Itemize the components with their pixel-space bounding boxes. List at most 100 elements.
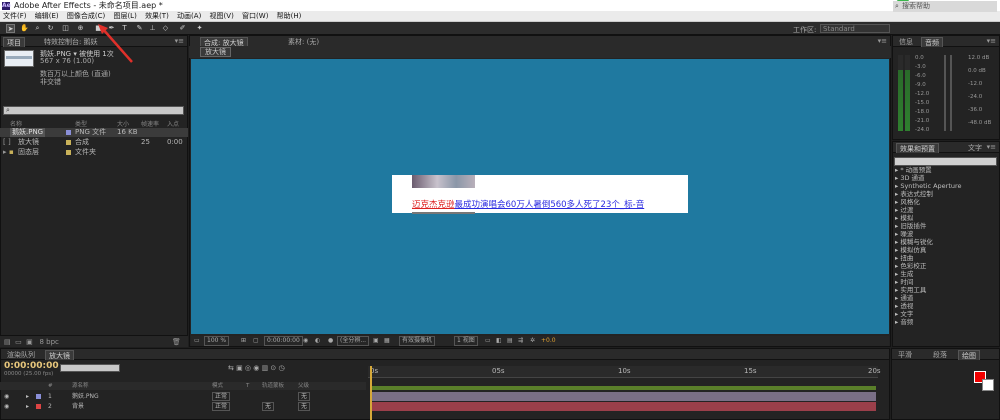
channel-icon[interactable]: ● [328, 336, 333, 346]
effects-category[interactable]: ▸ 模拟 [895, 214, 913, 222]
layer-name[interactable]: 鹅妖.PNG [72, 392, 99, 401]
time-ruler[interactable]: 0s 05s 10s 15s 20s [368, 366, 881, 378]
tab-effects-presets[interactable]: 效果和预置 [896, 143, 939, 153]
zoom-tool-icon[interactable]: ⌕ [33, 24, 42, 33]
menu-composition[interactable]: 图像合成(C) [64, 11, 108, 22]
show-snapshot-icon[interactable]: ◐ [315, 336, 320, 346]
background-color-swatch[interactable] [982, 379, 994, 391]
effects-category[interactable]: ▸ 透视 [895, 302, 913, 310]
trash-icon[interactable]: 🗑 [172, 336, 181, 348]
eraser-tool-icon[interactable]: ◇ [161, 24, 170, 33]
hand-tool-icon[interactable]: ✋ [20, 24, 29, 33]
project-search-input[interactable] [3, 106, 184, 115]
effects-category[interactable]: ▸ 3D 通道 [895, 174, 925, 182]
tab-project[interactable]: 项目 [3, 37, 25, 47]
rotate-tool-icon[interactable]: ↻ [46, 24, 55, 33]
resolution-select[interactable]: (全分辨... [337, 336, 370, 346]
menu-window[interactable]: 窗口(W) [239, 11, 271, 22]
project-row[interactable]: [ ] 放大镜 合成 25 0:00 [0, 138, 188, 147]
clone-stamp-tool-icon[interactable]: ⊥ [148, 24, 157, 33]
effects-search-input[interactable] [894, 157, 997, 166]
timeline-layer-row[interactable]: ◉ ▸ 1 鹅妖.PNG 正常 无 [0, 392, 366, 401]
comp-inner-tab[interactable]: 放大镜 [200, 47, 231, 57]
panel-menu-icon[interactable]: ▾≡ [878, 37, 887, 45]
effects-category[interactable]: ▸ 过渡 [895, 206, 913, 214]
tab-render-queue[interactable]: 渲染队列 [4, 350, 38, 360]
menu-view[interactable]: 视图(V) [207, 11, 237, 22]
expand-arrow-icon[interactable]: ▸ [3, 148, 7, 157]
timeline-search-input[interactable] [60, 364, 120, 372]
effects-category[interactable]: ▸ 模拟仿真 [895, 246, 926, 254]
interpret-footage-icon[interactable]: ▤ [4, 338, 11, 346]
column-size[interactable]: 大小 [117, 119, 129, 128]
effects-category[interactable]: ▸ 生成 [895, 270, 913, 278]
tab-paragraph[interactable]: 段落 [930, 350, 950, 360]
menu-help[interactable]: 帮助(H) [274, 11, 305, 22]
effects-category[interactable]: ▸ 音频 [895, 318, 913, 326]
pan-behind-tool-icon[interactable]: ⊕ [76, 24, 85, 33]
exposure-icon[interactable]: ✲ [530, 336, 535, 346]
effects-category[interactable]: ▸ 表达式控制 [895, 190, 933, 198]
effects-category[interactable]: ▸ * 动画预置 [895, 166, 932, 174]
timeline-layer-row[interactable]: ◉ ▸ 2 背景 正常 无 无 [0, 402, 366, 411]
tab-timeline-comp[interactable]: 放大镜 [45, 350, 74, 360]
menu-layer[interactable]: 图层(L) [110, 11, 139, 22]
new-folder-icon[interactable]: ▭ [15, 338, 22, 346]
toggle-pixel-icon[interactable]: ▭ [485, 336, 491, 346]
column-fps[interactable]: 帧速率 [141, 119, 159, 128]
effects-category[interactable]: ▸ 扭曲 [895, 254, 913, 262]
label-swatch[interactable] [36, 404, 41, 409]
puppet-tool-icon[interactable]: ✦ [195, 24, 204, 33]
effects-category[interactable]: ▸ 旧版插件 [895, 222, 926, 230]
selection-tool-icon[interactable]: ➤ [6, 24, 15, 33]
region-of-interest-icon[interactable]: ▣ [373, 336, 379, 346]
menu-edit[interactable]: 编辑(E) [32, 11, 62, 22]
tab-info[interactable]: 信息 [896, 37, 916, 47]
camera-select[interactable]: 有效摄像机 [399, 336, 436, 346]
panel-menu-icon[interactable]: ▾≡ [175, 37, 184, 45]
new-composition-icon[interactable]: ▣ [26, 338, 33, 346]
layer-matte-select[interactable]: 无 [262, 402, 275, 411]
views-select[interactable]: 1 视图 [454, 336, 478, 346]
layer-duration-bar[interactable] [370, 402, 876, 411]
camera-tool-icon[interactable]: ◫ [61, 24, 70, 33]
layer-parent-select[interactable]: 无 [298, 402, 311, 411]
timeline-timecode[interactable]: 0:00:00:00 [4, 361, 59, 371]
effects-category[interactable]: ▸ 模糊与锐化 [895, 238, 933, 246]
help-search-input[interactable]: 搜索帮助 [893, 1, 997, 12]
safe-margins-icon[interactable]: ⊞ [241, 336, 246, 346]
project-row[interactable]: 鹅妖.PNG PNG 文件 16 KB [0, 128, 188, 137]
visibility-icon[interactable]: ◉ [4, 402, 9, 411]
panel-menu-icon[interactable]: ▾≡ [987, 143, 996, 151]
expand-arrow-icon[interactable]: ▸ [26, 392, 29, 401]
tab-smoother[interactable]: 平滑 [895, 350, 915, 360]
audio-slider-left[interactable] [944, 55, 946, 131]
effects-category[interactable]: ▸ 通道 [895, 294, 913, 302]
layer-mode-select[interactable]: 正常 [212, 392, 231, 401]
effects-category[interactable]: ▸ 时间 [895, 278, 913, 286]
tab-paint[interactable]: 绘图 [958, 350, 980, 360]
tab-effect-controls[interactable]: 特效控制台: 鹅妖 [41, 37, 101, 47]
audio-slider-right[interactable] [950, 55, 952, 131]
zoom-select[interactable]: 100 % [204, 336, 230, 346]
effects-category[interactable]: ▸ 色彩校正 [895, 262, 926, 270]
label-swatch[interactable] [66, 140, 71, 145]
bpc-label[interactable]: 8 bpc [39, 338, 58, 346]
brush-tool-icon[interactable]: ✎ [135, 24, 144, 33]
roto-brush-tool-icon[interactable]: ✐ [178, 24, 187, 33]
always-preview-icon[interactable]: ▭ [194, 336, 200, 346]
workspace-select[interactable]: Standard [820, 24, 890, 33]
layer-parent-select[interactable]: 无 [298, 392, 311, 401]
layer-name[interactable]: 背景 [72, 402, 84, 411]
flowchart-icon[interactable]: ⇶ [518, 336, 523, 346]
timeline-icon[interactable]: ▤ [507, 336, 513, 346]
work-area-bar[interactable] [370, 386, 876, 390]
label-swatch[interactable] [36, 394, 41, 399]
effects-category[interactable]: ▸ 噪波 [895, 230, 913, 238]
mask-visibility-icon[interactable]: ▢ [253, 336, 259, 346]
menu-animation[interactable]: 动画(A) [174, 11, 204, 22]
tab-character[interactable]: 文字 [965, 143, 985, 153]
column-type[interactable]: 类型 [75, 119, 87, 128]
panel-menu-icon[interactable]: ▾≡ [987, 37, 996, 45]
menu-file[interactable]: 文件(F) [0, 11, 30, 22]
